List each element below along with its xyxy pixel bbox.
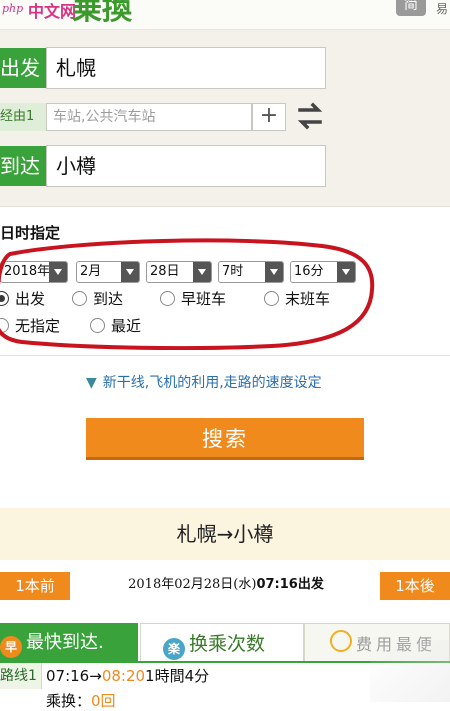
route-times: 07:16→08:201時間4分 xyxy=(46,665,209,687)
tab-label: 换乘次数 xyxy=(189,633,266,655)
via-input[interactable]: 车站,公共汽车站 xyxy=(46,103,252,131)
red-annotation-circle xyxy=(0,238,375,350)
add-via-button[interactable]: + xyxy=(252,103,286,131)
departure-suffix: 出发 xyxy=(297,577,324,592)
easy-icon: 楽 xyxy=(163,638,185,660)
search-button[interactable]: 搜索 xyxy=(86,418,364,460)
options-link[interactable]: ▼ 新干线,飞机的利用,走路的速度设定 xyxy=(86,372,322,392)
header-button[interactable]: 简 xyxy=(396,0,426,16)
transfer-info: 乘换：0回 xyxy=(46,690,116,711)
tab-label: 最快到达. xyxy=(26,632,104,653)
page-title: 乗換 xyxy=(72,0,132,27)
previous-train-button[interactable]: 1本前 xyxy=(0,572,70,600)
watermark-overlay xyxy=(370,640,450,702)
swap-icon[interactable] xyxy=(296,100,324,132)
transfer-count: 0回 xyxy=(91,692,116,710)
php-logo: php xyxy=(2,2,24,15)
departure-input[interactable]: 札幌 xyxy=(46,47,326,89)
arrival-label: 到达 xyxy=(0,146,46,186)
departure-time: 07:16 xyxy=(46,667,90,685)
date-text: 2018年02月28日(水) xyxy=(128,577,257,592)
arrival-time: 08:20 xyxy=(101,667,146,685)
route-label: 路线1 xyxy=(0,663,42,689)
tab-transfers[interactable]: 楽换乘次数 xyxy=(140,623,304,663)
header-right-text: 易 xyxy=(436,2,449,16)
fare-icon xyxy=(330,630,352,652)
arrow-icon: → xyxy=(89,667,102,685)
triangle-down-icon: ▼ xyxy=(86,375,97,391)
options-link-text: 新干线,飞机的利用,走路的速度设定 xyxy=(102,375,322,391)
watermark-site-name: 中文网 xyxy=(28,2,77,21)
next-train-button[interactable]: 1本後 xyxy=(380,572,450,600)
time-text: 07:16 xyxy=(256,577,298,592)
transfer-label: 乘换： xyxy=(46,692,92,710)
departure-label: 出发 xyxy=(0,48,46,88)
arrival-input[interactable]: 小樽 xyxy=(46,145,326,187)
duration: 1時間4分 xyxy=(145,667,210,685)
route-title: 札幌→小樽 xyxy=(0,508,450,560)
via-label: 经由1 xyxy=(0,103,46,131)
fast-icon: 早 xyxy=(0,636,22,658)
tab-fastest[interactable]: 早最快到达. xyxy=(0,623,138,663)
search-datetime: 2018年02月28日(水)07:16出发 xyxy=(78,574,374,596)
